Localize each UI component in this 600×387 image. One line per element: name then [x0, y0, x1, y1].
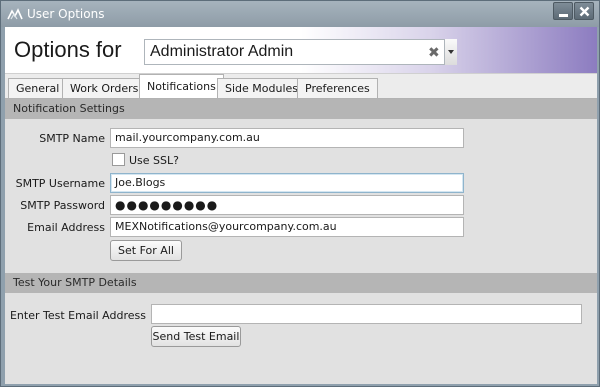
- smtp-username-field[interactable]: Joe.Blogs: [110, 173, 464, 193]
- chevron-down-icon: [448, 50, 454, 54]
- user-options-window: User Options Options for Administrator A…: [0, 0, 600, 387]
- close-icon: [579, 6, 590, 17]
- dropdown-button[interactable]: [444, 39, 457, 65]
- user-select-combobox[interactable]: Administrator Admin ✖: [144, 39, 457, 65]
- test-email-field[interactable]: [151, 304, 582, 324]
- minimize-button[interactable]: [553, 2, 573, 20]
- tab-notifications[interactable]: Notifications: [139, 74, 224, 100]
- options-header: Options for Administrator Admin ✖: [5, 27, 597, 73]
- title-bar[interactable]: User Options: [1, 1, 599, 27]
- clear-icon[interactable]: ✖: [428, 45, 440, 61]
- smtp-name-field[interactable]: mail.yourcompany.com.au: [110, 128, 464, 148]
- close-button[interactable]: [574, 2, 594, 20]
- tab-general[interactable]: General: [8, 78, 68, 99]
- app-logo-icon: [7, 8, 23, 20]
- set-for-all-button[interactable]: Set For All: [110, 240, 182, 261]
- smtp-name-label: SMTP Name: [39, 132, 105, 145]
- test-smtp-heading: Test Your SMTP Details: [5, 273, 597, 293]
- smtp-password-field[interactable]: ●●●●●●●●●: [110, 195, 464, 215]
- use-ssl-label: Use SSL?: [129, 154, 179, 167]
- selected-user-value: Administrator Admin: [150, 43, 294, 60]
- window-title: User Options: [27, 7, 105, 21]
- minimize-icon: [559, 14, 568, 17]
- smtp-username-label: SMTP Username: [15, 177, 105, 190]
- notifications-panel: Notification Settings SMTP Name mail.you…: [5, 98, 597, 384]
- client-area: Options for Administrator Admin ✖ Genera…: [5, 27, 597, 384]
- test-email-label: Enter Test Email Address: [9, 309, 146, 322]
- email-address-field[interactable]: MEXNotifications@yourcompany.com.au: [110, 217, 464, 237]
- use-ssl-checkbox[interactable]: [112, 153, 125, 166]
- tab-side-modules[interactable]: Side Modules: [217, 78, 307, 99]
- tab-bar: General Work Orders Notifications Side M…: [5, 73, 597, 100]
- email-address-label: Email Address: [27, 221, 105, 234]
- notification-settings-heading: Notification Settings: [5, 99, 597, 119]
- tab-work-orders[interactable]: Work Orders: [62, 78, 147, 99]
- smtp-password-label: SMTP Password: [20, 199, 105, 212]
- tab-preferences[interactable]: Preferences: [297, 78, 378, 99]
- page-title: Options for: [14, 37, 122, 62]
- send-test-email-button[interactable]: Send Test Email: [151, 326, 241, 347]
